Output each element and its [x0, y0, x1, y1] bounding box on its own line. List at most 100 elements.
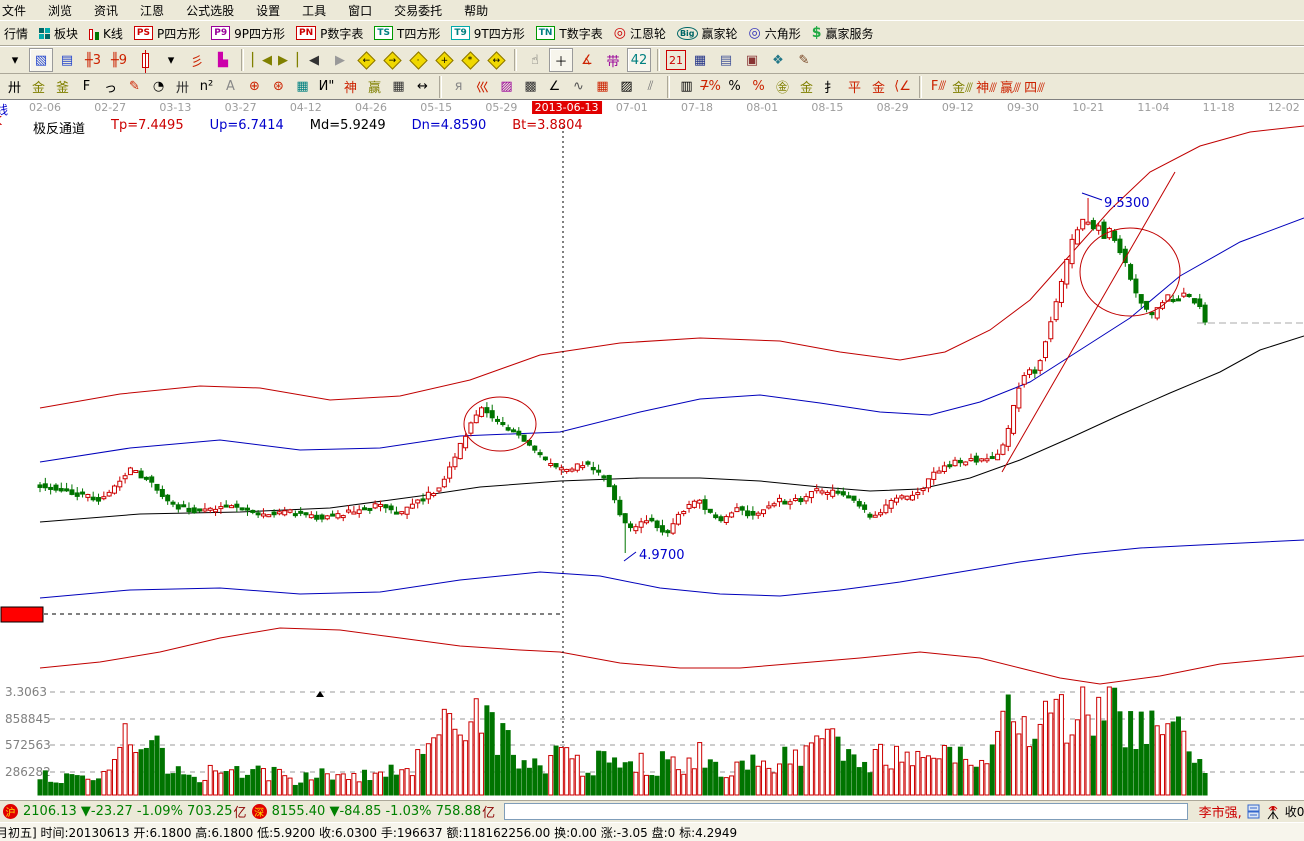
calendar-21-icon[interactable]: 21: [666, 50, 686, 70]
network-pc-icon[interactable]: ❖: [766, 48, 790, 72]
menu-item-5[interactable]: 设置: [256, 2, 280, 19]
toolbar-item-gann-wheel[interactable]: ◎江恩轮: [614, 25, 666, 42]
toolbar-item-quotes[interactable]: 行情: [4, 25, 28, 42]
pen-edit-icon[interactable]: 扌: [819, 76, 842, 98]
dark-grid-icon[interactable]: ▩: [519, 76, 542, 98]
diamond-star-icon[interactable]: *: [458, 48, 482, 72]
menu-item-3[interactable]: 江恩: [140, 2, 164, 19]
teal-grid-icon[interactable]: ▦: [291, 76, 314, 98]
toolbar-item-p-square[interactable]: PSP四方形: [134, 25, 200, 42]
toolbar-item-winner-service[interactable]: $赢家服务: [812, 25, 874, 42]
quote-tool-icon[interactable]: И": [315, 76, 338, 98]
menu-item-2[interactable]: 资讯: [94, 2, 118, 19]
gold-circle-icon[interactable]: ㊎: [771, 76, 794, 98]
toolbar-item-9p-square[interactable]: P99P四方形: [211, 25, 285, 42]
gold-ruler-1-icon[interactable]: 金: [27, 76, 50, 98]
view-dropdown-icon[interactable]: ▾: [3, 48, 27, 72]
menu-item-0[interactable]: 文件: [2, 2, 26, 19]
shen-grid-icon[interactable]: 神: [339, 76, 362, 98]
pen-tool-icon[interactable]: ✎: [123, 76, 146, 98]
angle-red-icon[interactable]: ⟨∠: [891, 76, 914, 98]
antenna-icon[interactable]: [1266, 804, 1280, 820]
diamond-right-icon[interactable]: →: [380, 48, 404, 72]
first-page-icon[interactable]: ▏◀: [250, 48, 274, 72]
calculator-icon[interactable]: ▦: [688, 48, 712, 72]
si-slash-icon[interactable]: 四⫻: [1023, 76, 1046, 98]
ruler-2-icon[interactable]: я: [447, 76, 470, 98]
last-page-icon[interactable]: ▶▕: [276, 48, 300, 72]
toolbar-item-sectors[interactable]: 板块: [39, 25, 78, 42]
percent-line-icon[interactable]: %: [747, 76, 770, 98]
prev-page-icon[interactable]: ◀: [302, 48, 326, 72]
trend-tool-icon[interactable]: ▧: [29, 48, 53, 72]
strike-percent-icon[interactable]: 7̶%: [699, 76, 722, 98]
toolbar-item-winner-wheel[interactable]: Big赢家轮: [677, 25, 738, 42]
candlestick-chart[interactable]: 3.30638588455725632862829.53004.9700: [0, 116, 1304, 800]
candle-style-icon[interactable]: [133, 48, 157, 72]
red-fan-icon[interactable]: 巛: [471, 76, 494, 98]
gold-ruler-2-icon[interactable]: 釜: [51, 76, 74, 98]
code-input[interactable]: [504, 803, 1187, 820]
diamond-cross-icon[interactable]: +: [432, 48, 456, 72]
shen-slash-icon[interactable]: 神⫻: [975, 76, 998, 98]
spiral-tool-icon[interactable]: っ: [99, 76, 122, 98]
candle-dropdown-icon[interactable]: ▾: [159, 48, 183, 72]
diamond-move-icon[interactable]: ↔: [484, 48, 508, 72]
toolbar-item-t-square[interactable]: TST四方形: [374, 25, 440, 42]
grid-123-icon[interactable]: ▦: [387, 76, 410, 98]
hash-ruler-icon[interactable]: 卅: [3, 76, 26, 98]
gold-slash-icon[interactable]: 金⫻: [951, 76, 974, 98]
slash-lines-icon[interactable]: ⫽: [639, 76, 662, 98]
window-split-icon[interactable]: [1247, 804, 1261, 819]
menu-item-4[interactable]: 公式选股: [186, 2, 234, 19]
n2-tool-icon[interactable]: n²: [195, 76, 218, 98]
info-doc-icon[interactable]: ▤: [55, 48, 79, 72]
teal-42-tool-icon[interactable]: 42: [627, 48, 651, 72]
angle-tool-icon[interactable]: ∡: [575, 48, 599, 72]
menu-item-8[interactable]: 交易委托: [394, 2, 442, 19]
gold-line-icon[interactable]: 金: [795, 76, 818, 98]
gold-red-line-icon[interactable]: 金: [867, 76, 890, 98]
menu-item-1[interactable]: 浏览: [48, 2, 72, 19]
angle-lines-icon[interactable]: ∠: [543, 76, 566, 98]
f-slash-icon[interactable]: F⫻: [927, 76, 950, 98]
red-grid-icon[interactable]: ▦: [591, 76, 614, 98]
menu-item-6[interactable]: 工具: [302, 2, 326, 19]
width-tool-icon[interactable]: ↔: [411, 76, 434, 98]
diamond-up-icon[interactable]: ·: [406, 48, 430, 72]
star-grid-icon[interactable]: ⊛: [267, 76, 290, 98]
menu-item-7[interactable]: 窗口: [348, 2, 372, 19]
toolbar-item-9t-square[interactable]: T99T四方形: [451, 25, 524, 42]
diamond-left-icon[interactable]: ←: [354, 48, 378, 72]
next-page-icon[interactable]: ▶: [328, 48, 352, 72]
brush-icon[interactable]: ✎: [792, 48, 816, 72]
grid-arrow-icon[interactable]: ▨: [615, 76, 638, 98]
pattern-tool-icon[interactable]: 彡: [185, 48, 209, 72]
hand-tool-icon[interactable]: ☝: [523, 48, 547, 72]
percent-icon[interactable]: %: [723, 76, 746, 98]
toolbar-item-kline[interactable]: K线: [89, 25, 123, 42]
a-tool-icon[interactable]: A: [219, 76, 242, 98]
bars-9-icon[interactable]: ╫9: [107, 48, 131, 72]
toolbar-item-t-table[interactable]: TNT数字表: [536, 25, 603, 42]
color-hist-icon[interactable]: ▙: [211, 48, 235, 72]
f-ruler-icon[interactable]: F: [75, 76, 98, 98]
purple-grid-fan-icon[interactable]: ▨: [495, 76, 518, 98]
toolbar-item-p-table[interactable]: PNP数字表: [296, 25, 363, 42]
menu-item-9[interactable]: 帮助: [464, 2, 488, 19]
ping-line-icon[interactable]: 平: [843, 76, 866, 98]
table-tool-icon[interactable]: ▥: [675, 76, 698, 98]
win-slash-icon[interactable]: 赢⫻: [999, 76, 1022, 98]
crosshair-tool-icon[interactable]: ＋: [549, 48, 573, 72]
save-icon[interactable]: ▣: [740, 48, 764, 72]
notepad-icon[interactable]: ▤: [714, 48, 738, 72]
grid-purple-tool-icon[interactable]: 带: [601, 48, 625, 72]
clock-circle-icon[interactable]: ◔: [147, 76, 170, 98]
bars-3-icon[interactable]: ╫3: [81, 48, 105, 72]
chart-area[interactable]: 3.30638588455725632862829.53004.9700 极反通…: [0, 116, 1304, 800]
toolbar-item-hexagon[interactable]: ◎六角形: [749, 25, 801, 42]
hash-2-icon[interactable]: 卅: [171, 76, 194, 98]
wave-tool-icon[interactable]: ∿: [567, 76, 590, 98]
win-grid-icon[interactable]: 赢: [363, 76, 386, 98]
target-tool-icon[interactable]: ⊕: [243, 76, 266, 98]
